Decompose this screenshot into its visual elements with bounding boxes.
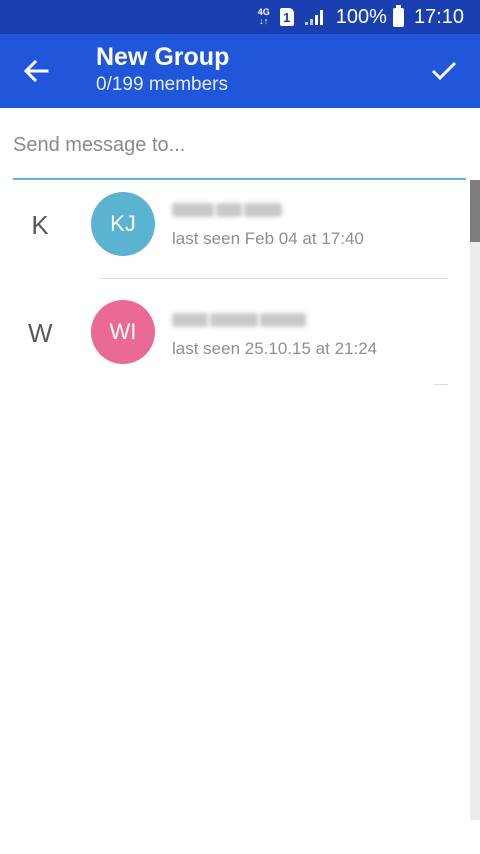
title-block: New Group 0/199 members (96, 42, 229, 98)
contact-name-redacted (172, 309, 306, 331)
app-bar: New Group 0/199 members (0, 34, 480, 108)
avatar: WI (91, 300, 155, 364)
recipient-field (13, 124, 466, 180)
back-button[interactable] (14, 51, 58, 91)
arrow-left-icon (23, 59, 49, 83)
scrollbar-thumb[interactable] (470, 180, 480, 242)
contact-list: K KJ last seen Feb 04 at 17:40 W WI last… (0, 180, 470, 820)
battery-icon (392, 4, 404, 27)
sim-slot-number: 1 (283, 9, 291, 25)
check-icon (431, 61, 457, 81)
clock: 17:10 (413, 5, 464, 28)
network-type-indicator: 4G ↓↑ (258, 8, 270, 26)
sim-card-icon: 1 (279, 8, 294, 26)
section-letter: K (31, 210, 49, 240)
battery-icon-wrap (392, 4, 404, 27)
avatar-initials: WI (109, 319, 137, 344)
section-letter: W (28, 318, 53, 348)
recipient-search-input[interactable] (13, 124, 466, 166)
battery-percentage: 100% (335, 5, 387, 28)
confirm-button[interactable] (422, 51, 466, 91)
row-divider (434, 384, 448, 385)
scrollbar[interactable] (470, 180, 480, 820)
status-bar: 4G ↓↑ 1 100% 17:10 (0, 0, 480, 34)
new-group-screen: 4G ↓↑ 1 100% 17:10 New Group 0/199 membe… (0, 0, 480, 854)
contact-name-redacted (172, 199, 282, 221)
last-seen-status: last seen 25.10.15 at 21:24 (172, 339, 378, 358)
page-title: New Group (96, 43, 230, 71)
contact-row[interactable]: W WI last seen 25.10.15 at 21:24 (0, 288, 470, 396)
row-divider (100, 278, 448, 279)
network-activity-arrows: ↓↑ (259, 16, 269, 26)
member-count: 0/199 members (96, 74, 229, 95)
signal-strength-icon (304, 8, 326, 26)
contact-row[interactable]: K KJ last seen Feb 04 at 17:40 (0, 180, 470, 288)
avatar: KJ (91, 192, 155, 256)
last-seen-status: last seen Feb 04 at 17:40 (172, 229, 364, 248)
avatar-initials: KJ (110, 211, 136, 236)
